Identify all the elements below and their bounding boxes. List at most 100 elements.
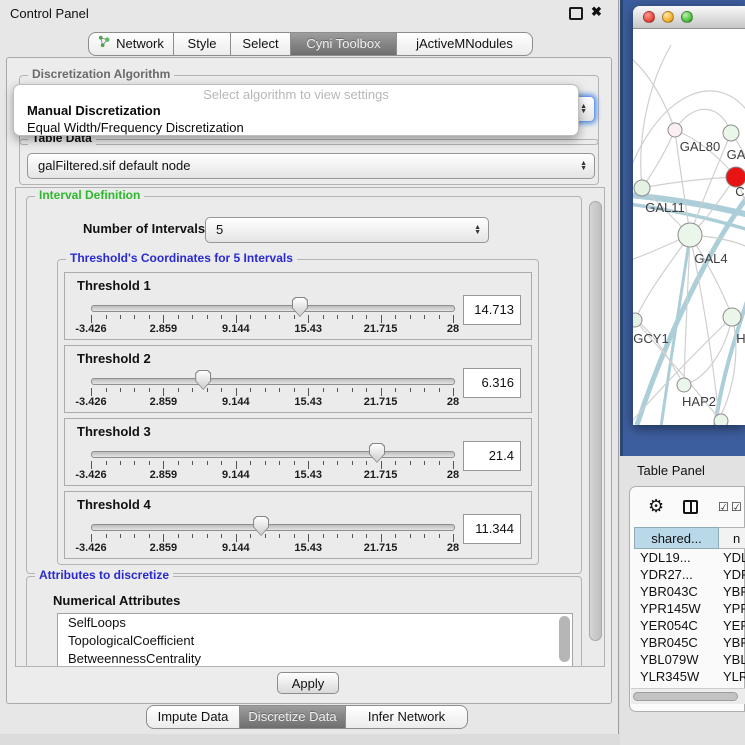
slider-thumb[interactable] <box>195 370 211 390</box>
slider-tick <box>453 534 454 542</box>
network-canvas[interactable]: GAL80GACGAL11GAL4GCY1HHAP2 <box>633 29 745 425</box>
list-item-topologicalcoefficient[interactable]: TopologicalCoefficient <box>58 632 572 650</box>
column-header-shared[interactable]: shared... <box>634 527 719 549</box>
slider-tick <box>366 461 367 465</box>
tab-impute-data[interactable]: Impute Data <box>146 705 240 729</box>
network-node[interactable] <box>634 180 650 196</box>
tab-style[interactable]: Style <box>174 32 231 56</box>
slider-tick-label: 9.144 <box>222 542 250 554</box>
slider-tick <box>192 388 193 392</box>
attributes-group: Attributes to discretize Numerical Attri… <box>26 576 582 667</box>
apply-button[interactable]: Apply <box>277 672 339 694</box>
network-node[interactable] <box>668 123 682 137</box>
tab-cyni-toolbox[interactable]: Cyni Toolbox <box>291 32 397 56</box>
threshold-value-field[interactable]: 11.344 <box>463 514 521 544</box>
table-row[interactable]: YBL079WYBL0 <box>634 651 745 668</box>
slider-tick <box>439 534 440 538</box>
slider-tick <box>352 315 353 319</box>
slider-tick <box>250 534 251 538</box>
network-edge[interactable] <box>675 109 731 133</box>
panel-scrollbar[interactable] <box>589 201 602 641</box>
slider-tick <box>323 315 324 319</box>
table-cell-name: YPR1 <box>719 600 745 617</box>
slider-tick <box>163 461 164 469</box>
threshold-value-field[interactable]: 21.4 <box>463 441 521 471</box>
tab-network[interactable]: Network <box>88 32 174 56</box>
float-panel-icon[interactable] <box>569 7 583 20</box>
network-node[interactable] <box>633 313 642 327</box>
table-row[interactable]: YLR345WYLR3 <box>634 668 745 685</box>
minimize-traffic-light[interactable] <box>662 11 674 23</box>
slider-tick <box>352 534 353 538</box>
network-edge[interactable] <box>642 130 675 188</box>
list-item-selfloops[interactable]: SelfLoops <box>58 614 572 632</box>
network-edge[interactable] <box>642 177 736 188</box>
slider-track[interactable] <box>91 378 455 385</box>
thresholds-legend: Threshold's Coordinates for 5 Intervals <box>66 251 297 265</box>
table-cell-name: YER0 <box>719 617 745 634</box>
threshold-value-field[interactable]: 6.316 <box>463 368 521 398</box>
number-of-intervals-combobox[interactable]: 5 ▲▼ <box>205 217 489 243</box>
slider-tick <box>221 461 222 465</box>
slider-track[interactable] <box>91 524 455 531</box>
slider-tick <box>453 315 454 323</box>
tab-select[interactable]: Select <box>231 32 291 56</box>
slider-tick <box>424 388 425 392</box>
table-cell-shared-name: YBR043C <box>634 583 719 600</box>
slider-tick-label: -3.426 <box>75 323 106 335</box>
cyni-toolbox-panel: Discretization Algorithm ▲▼ Select algor… <box>6 57 612 704</box>
network-node[interactable] <box>677 378 691 392</box>
tab-discretize-data[interactable]: Discretize Data <box>240 705 346 729</box>
number-of-intervals-label: Number of Intervals <box>83 221 205 236</box>
close-icon[interactable]: ✖ <box>591 4 602 20</box>
network-node[interactable] <box>714 414 728 425</box>
table-row[interactable]: YBR043CYBR0 <box>634 583 745 600</box>
list-scrollbar[interactable] <box>559 616 570 662</box>
dropdown-option-equal-width-frequency-discretization[interactable]: Equal Width/Frequency Discretization <box>14 119 578 136</box>
thresholds-group: Threshold's Coordinates for 5 Intervals … <box>57 259 539 565</box>
slider-tick <box>134 315 135 319</box>
column-header-name[interactable]: n <box>719 527 745 549</box>
dropdown-option-manual-discretization[interactable]: Manual Discretization <box>14 102 578 119</box>
threshold-value-field[interactable]: 14.713 <box>463 295 521 325</box>
table-row[interactable]: YDR27...YDR2 <box>634 566 745 583</box>
table-data-combobox[interactable]: galFiltered.sif default node ▲▼ <box>27 153 595 179</box>
slider-thumb[interactable] <box>253 516 269 536</box>
table-row[interactable]: YBR045CYBR0 <box>634 634 745 651</box>
table-row[interactable]: YDL19...YDL1 <box>634 549 745 566</box>
table-row[interactable]: YER054CYER0 <box>634 617 745 634</box>
checkbox-checked-icon[interactable]: ☑ <box>718 501 729 513</box>
table-cell-name: YBL0 <box>719 651 745 668</box>
slider-tick-label: 2.859 <box>150 542 178 554</box>
slider-tick <box>424 461 425 465</box>
network-node[interactable] <box>723 125 739 141</box>
table-row[interactable]: YPR145WYPR1 <box>634 600 745 617</box>
combo-stepper-icon: ▲▼ <box>580 161 587 171</box>
horizontal-scrollbar-thumb[interactable] <box>633 692 738 701</box>
slider-tick <box>395 388 396 392</box>
slider-track[interactable] <box>91 305 455 312</box>
gear-icon[interactable]: ⚙ <box>648 497 664 515</box>
slider-tick <box>410 315 411 319</box>
tab-jactivemnodules[interactable]: jActiveMNodules <box>397 32 533 56</box>
numerical-attributes-list[interactable]: SelfLoopsTopologicalCoefficientBetweenne… <box>57 613 573 667</box>
slider-thumb[interactable] <box>369 443 385 463</box>
network-edge[interactable] <box>690 235 732 317</box>
close-traffic-light[interactable] <box>643 11 655 23</box>
list-item-betweennesscentrality[interactable]: BetweennessCentrality <box>58 650 572 667</box>
zoom-traffic-light[interactable] <box>681 11 693 23</box>
slider-tick <box>453 461 454 469</box>
network-node-label: C <box>735 184 744 199</box>
algorithm-dropdown-popup: Select algorithm to view settings Manual… <box>13 84 579 136</box>
network-node[interactable] <box>678 223 702 247</box>
slider-thumb-face <box>254 517 268 535</box>
combo-stepper-icon: ▲▼ <box>474 225 481 235</box>
network-node[interactable] <box>723 308 741 326</box>
network-edge[interactable] <box>633 55 675 130</box>
slider-thumb[interactable] <box>292 297 308 317</box>
split-columns-icon[interactable] <box>683 500 698 514</box>
slider-track[interactable] <box>91 451 455 458</box>
slider-tick <box>265 315 266 319</box>
tab-infer-network[interactable]: Infer Network <box>346 705 468 729</box>
checkbox-checked-icon[interactable]: ☑ <box>731 501 742 513</box>
